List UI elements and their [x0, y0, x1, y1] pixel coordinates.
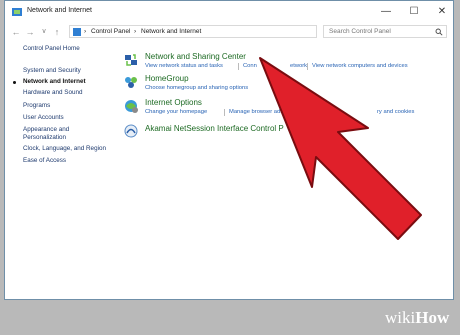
pointer-arrow-icon — [259, 57, 422, 240]
wikihow-watermark: wikiHow — [385, 308, 449, 328]
watermark-how: How — [415, 308, 450, 327]
watermark-wiki: wiki — [385, 308, 416, 327]
control-panel-window: Network and Internet — ☐ ✕ ← → ∨ ↑ › Con… — [4, 0, 454, 300]
